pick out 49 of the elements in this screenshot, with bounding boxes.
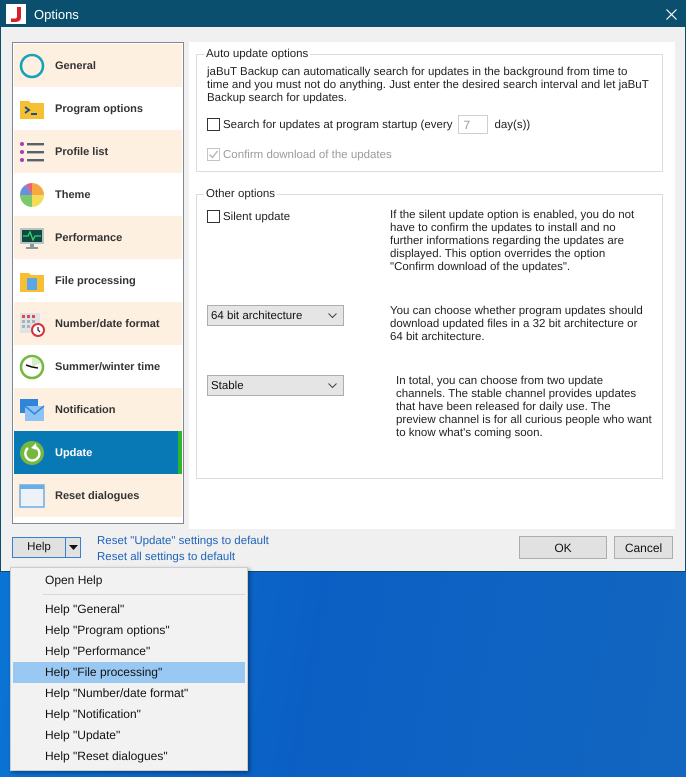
chevron-down-icon <box>328 382 337 388</box>
description-text: jaBuT Backup can automatically search for updates in the background from time to time and you must not do anything. Just enter the desired search interval and let jaBuT Backup search for updates. <box>207 66 650 105</box>
menu-item[interactable]: Help "Reset dialogues" <box>13 746 245 767</box>
sidebar-item[interactable]: Number/date format <box>14 302 182 345</box>
sidebar-item[interactable]: Update <box>14 431 182 474</box>
color-wheel-icon <box>19 182 45 208</box>
help-split-button[interactable]: Help <box>12 537 81 558</box>
description-text: In total, you can choose from two update channels. The stable channel provides updates that have been released for daily use. The preview channel is for all curious people who want to know what's coming soon. <box>395 375 652 440</box>
menu-item[interactable]: Help "Update" <box>13 725 245 746</box>
close-icon[interactable] <box>666 8 677 20</box>
sidebar-item[interactable]: Notification <box>14 388 182 431</box>
menu-item[interactable]: Help "General" <box>13 599 245 620</box>
window-title: Options <box>34 6 79 22</box>
sidebar-item[interactable]: Performance <box>14 216 182 259</box>
checkbox[interactable] <box>207 210 220 223</box>
menu-item[interactable]: Help "Notification" <box>13 704 245 725</box>
sidebar-item[interactable]: Profile list <box>14 130 182 173</box>
group-title: Auto update options <box>205 48 310 60</box>
menu-item[interactable]: Help "Program options" <box>13 620 245 641</box>
checkbox[interactable] <box>207 118 220 131</box>
menu-item[interactable]: Help "Number/date format" <box>13 683 245 704</box>
menu-item[interactable]: Help "File processing" <box>13 662 245 683</box>
ring-icon <box>19 52 45 78</box>
calendar-clock-icon <box>19 310 45 336</box>
ok-button[interactable]: OK <box>519 536 607 559</box>
cancel-button[interactable]: Cancel <box>614 536 673 559</box>
window-icon <box>19 482 45 508</box>
envelope-icon <box>19 396 45 422</box>
reset-link[interactable]: Reset "Update" settings to default <box>97 535 269 548</box>
sidebar-item[interactable]: Reset dialogues <box>14 474 182 517</box>
clock-icon <box>19 354 45 380</box>
description-text: If the silent update option is enabled, you do not have to confirm the updates to install and no further informations regarding the updates are displayed. This option overrides the option "Confirm download of the updates". <box>390 209 636 274</box>
chevron-down-icon <box>328 312 337 318</box>
checkbox-label: Search for updates at program startup (every <box>223 118 452 130</box>
app-logo-icon <box>6 4 26 24</box>
refresh-icon <box>19 440 45 466</box>
dropdown[interactable]: Stable <box>207 375 344 396</box>
description-text: You can choose whether program updates should download updated files in a 32 bit architecture or 64 bit architecture. <box>390 305 644 344</box>
reset-link[interactable]: Reset all settings to default <box>97 551 269 564</box>
menu-item[interactable]: Open Help <box>13 570 245 591</box>
group-title: Other options <box>205 188 276 200</box>
checkbox-label: Confirm download of the updates <box>223 148 392 160</box>
help-button[interactable]: Help <box>13 538 65 557</box>
unit-label: day(s)) <box>494 118 530 130</box>
checkbox-label: Silent update <box>223 210 290 222</box>
dropdown[interactable]: 64 bit architecture <box>207 305 344 326</box>
dropdown-arrow-icon <box>68 545 78 550</box>
sidebar-item[interactable]: General <box>14 44 182 87</box>
menu-item[interactable]: Help "Performance" <box>13 641 245 662</box>
